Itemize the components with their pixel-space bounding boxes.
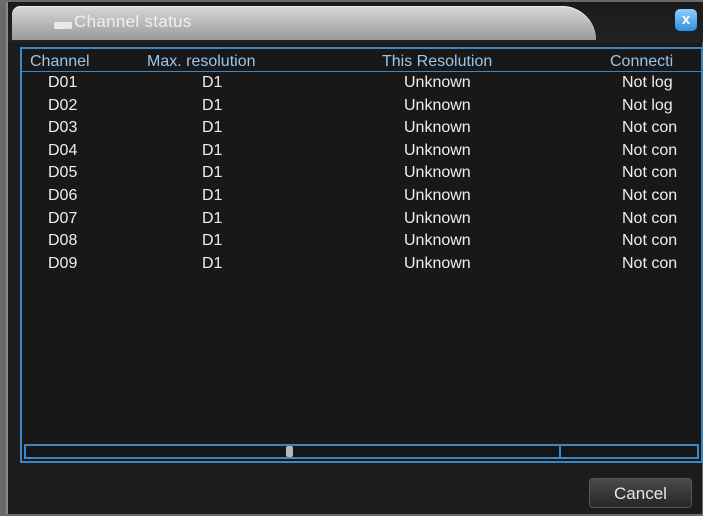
cell-connection: Not con (622, 119, 678, 137)
cell-max-resolution: D1 (202, 164, 223, 182)
cell-connection: Not con (622, 232, 678, 250)
cell-max-resolution: D1 (202, 232, 223, 250)
cell-max-resolution: D1 (202, 119, 223, 137)
table-row[interactable]: D02 D1 Unknown Not log (22, 97, 701, 117)
scrollbar-divider (559, 446, 561, 457)
cell-channel: D07 (48, 209, 78, 227)
channel-status-dialog: Channel status x Channel Max. resolution… (6, 2, 703, 514)
table-row[interactable]: D01 D1 Unknown Not log (22, 74, 701, 94)
cell-this-resolution: Unknown (404, 254, 471, 272)
cell-this-resolution: Unknown (404, 74, 471, 91)
table-row[interactable]: D03 D1 Unknown Not con (22, 119, 701, 139)
header-max-resolution[interactable]: Max. resolution (147, 53, 256, 71)
cell-this-resolution: Unknown (404, 119, 471, 137)
cell-max-resolution: D1 (202, 96, 223, 114)
cell-max-resolution: D1 (202, 187, 223, 204)
table-row[interactable]: D06 D1 Unknown Not con (22, 187, 701, 207)
cell-this-resolution: Unknown (404, 187, 471, 204)
table-header: Channel Max. resolution This Resolution … (22, 53, 701, 73)
cell-this-resolution: Unknown (404, 209, 471, 227)
cell-this-resolution: Unknown (404, 164, 471, 182)
cell-connection: Not con (622, 187, 678, 204)
window-icon (54, 22, 72, 29)
cell-channel: D06 (48, 187, 78, 204)
table-row[interactable]: D05 D1 Unknown Not con (22, 164, 701, 184)
cell-max-resolution: D1 (202, 209, 223, 227)
cell-channel: D04 (48, 141, 78, 159)
table-row[interactable]: D04 D1 Unknown Not con (22, 142, 701, 162)
table-row[interactable]: D09 D1 Unknown Not con (22, 255, 701, 275)
cell-channel: D05 (48, 164, 78, 182)
cell-this-resolution: Unknown (404, 141, 471, 159)
table-row[interactable]: D08 D1 Unknown Not con (22, 232, 701, 252)
cell-connection: Not con (622, 209, 678, 227)
header-this-resolution[interactable]: This Resolution (382, 53, 492, 71)
cell-this-resolution: Unknown (404, 96, 471, 114)
cell-channel: D02 (48, 96, 78, 114)
cell-connection: Not con (622, 164, 678, 182)
close-button[interactable]: x (675, 9, 697, 31)
window-title: Channel status (74, 12, 192, 31)
cell-connection: Not log (622, 96, 673, 114)
cell-this-resolution: Unknown (404, 232, 471, 250)
header-divider (22, 71, 701, 72)
cell-connection: Not con (622, 254, 678, 272)
cell-max-resolution: D1 (202, 254, 223, 272)
header-channel[interactable]: Channel (30, 53, 90, 71)
scrollbar-thumb[interactable] (286, 446, 293, 457)
header-connection[interactable]: Connecti (610, 53, 673, 71)
horizontal-scrollbar[interactable] (24, 444, 699, 459)
cell-connection: Not log (622, 74, 673, 91)
titlebar: Channel status x (8, 2, 703, 42)
table-row[interactable]: D07 D1 Unknown Not con (22, 210, 701, 230)
cell-channel: D09 (48, 254, 78, 272)
cell-channel: D03 (48, 119, 78, 137)
cell-max-resolution: D1 (202, 74, 223, 91)
channel-table: Channel Max. resolution This Resolution … (20, 47, 703, 463)
cell-max-resolution: D1 (202, 141, 223, 159)
cell-connection: Not con (622, 141, 678, 159)
cell-channel: D01 (48, 74, 78, 91)
cell-channel: D08 (48, 232, 78, 250)
title-tab: Channel status (12, 6, 596, 40)
cancel-button[interactable]: Cancel (589, 478, 692, 508)
